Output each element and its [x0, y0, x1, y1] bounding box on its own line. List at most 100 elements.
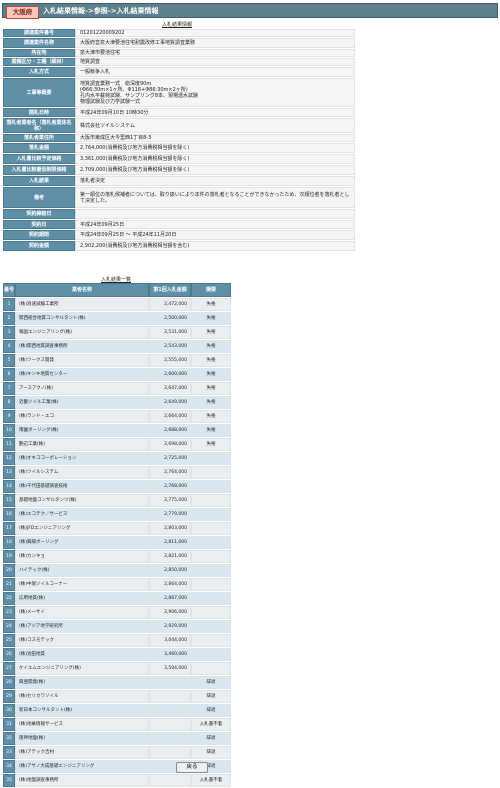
company-name: (株)キンキ地質センター: [15, 368, 149, 381]
row-number: 9: [3, 410, 15, 423]
info-value: [75, 209, 355, 219]
bid-amount: [149, 676, 191, 689]
row-number: 5: [3, 354, 15, 367]
bid-remark: 辞退: [191, 676, 231, 689]
bid-amount: 2,531,000: [149, 326, 191, 339]
company-name: (株)ツイルシステム: [15, 466, 149, 479]
table-row: 29 (株)セリカワソイル 辞退: [3, 690, 231, 703]
info-label: 契約金額: [3, 241, 75, 251]
table-row: 12 (株)オキココーポレーション 2,725,000: [3, 452, 231, 465]
bid-amount: 3,044,000: [149, 634, 191, 647]
company-name: ハイテック(株): [15, 564, 149, 577]
bid-amount: [149, 690, 191, 703]
bid-remark: 失格: [191, 340, 231, 353]
info-label: 入札書比較最低制限価格: [3, 165, 75, 175]
info-label: 所在地: [3, 49, 75, 57]
bid-amount: [149, 732, 191, 745]
bid-remark: [191, 620, 231, 633]
row-number: 33: [3, 746, 15, 759]
info-label: 調達案件名称: [3, 38, 75, 48]
row-number: 18: [3, 536, 15, 549]
row-number: 32: [3, 732, 15, 745]
bid-remark: [191, 452, 231, 465]
row-number: 26: [3, 648, 15, 661]
info-label: 開札日時: [3, 108, 75, 117]
bid-remark: 失格: [191, 326, 231, 339]
info-label: 備考: [3, 187, 75, 208]
bid-remark: [191, 662, 231, 675]
info-label: 工事等概要: [3, 78, 75, 107]
table-row: 17 (株)JFDエンジニアリング 2,803,000: [3, 522, 231, 535]
company-name: (株)ツークス開発: [15, 354, 149, 367]
bid-amount: [149, 718, 191, 731]
bid-results-table: 番号 業者名称 第1回入札金額 摘要 1 (株)浪速試験工業所 2,472,000 失…: [3, 282, 231, 788]
bid-remark: 失格: [191, 382, 231, 395]
table-row: 9 (株)ランド・エコ 2,664,000 失格: [3, 410, 231, 423]
table-row: 5 (株)ツークス開発 2,555,000 失格: [3, 354, 231, 367]
row-number: 28: [3, 676, 15, 689]
bid-remark: 辞退: [191, 704, 231, 717]
table-row: 21 (株)中堀ソイルコーナー 2,864,000: [3, 578, 231, 591]
company-name: (株)千代田基礎調査技術: [15, 480, 149, 493]
company-name: (株)関西地質調査事務所: [15, 340, 149, 353]
row-number: 14: [3, 480, 15, 493]
bid-amount: 2,779,000: [149, 508, 191, 521]
company-name: アースアクノ(株): [15, 382, 149, 395]
bid-remark: 辞退: [191, 690, 231, 703]
info-value: 地質調査業務一式 総深度90m (Φ66:30m×1ヶ所、Φ116+Φ86:30…: [75, 78, 355, 107]
info-label: 契約日: [3, 220, 75, 229]
info-value: 01201220009202: [75, 29, 355, 37]
info-row: 契約金額 2,902,200(消費税及び地方消費税相当額を含む): [3, 241, 355, 251]
company-name: (株)ランド・エコ: [15, 410, 149, 423]
info-label: 契約締結日: [3, 209, 75, 219]
bid-amount: 2,543,000: [149, 340, 191, 353]
info-row: 契約期間 平成24年09月25日 ～ 平成24年11月20日: [3, 230, 355, 240]
bid-amount: 3,460,000: [149, 648, 191, 661]
bid-remark: 入札書不着: [191, 718, 231, 731]
table-row: 13 (株)ツイルシステム 2,764,000: [3, 466, 231, 479]
bid-amount: 2,472,000: [149, 298, 191, 311]
info-label: 調達案件番号: [3, 29, 75, 37]
info-value: 平成24年09月25日: [75, 220, 355, 229]
bid-amount: 2,850,000: [149, 564, 191, 577]
info-label: 入札書比較予定価格: [3, 154, 75, 164]
bid-amount: 2,821,000: [149, 550, 191, 563]
table-row: 26 (株)池田地質 3,460,000: [3, 648, 231, 661]
info-label: 入札結果: [3, 176, 75, 186]
bid-amount: 2,555,000: [149, 354, 191, 367]
bid-remark: 失格: [191, 298, 231, 311]
company-name: (株)アジア地学研究所: [15, 620, 149, 633]
info-value: 大阪府営泉大津要池住宅耐震改修工事地質調査業務: [75, 38, 355, 48]
table-row: 35 (株)地盤調査事務所 入札書不着: [3, 774, 231, 787]
bid-amount: 2,664,000: [149, 410, 191, 423]
info-label: 契約期間: [3, 230, 75, 240]
bid-remark: [191, 634, 231, 647]
row-number: 31: [3, 718, 15, 731]
table-row: 10 南園ボーリング(株) 2,688,000 失格: [3, 424, 231, 437]
table-row: 32 阪神地盤(株) 辞退: [3, 732, 231, 745]
bid-amount: 3,594,000: [149, 662, 191, 675]
bid-remark: 失格: [191, 354, 231, 367]
row-number: 30: [3, 704, 15, 717]
company-name: (株)オキココーポレーション: [15, 452, 149, 465]
bid-info-table: 調達案件番号 01201220009202 調達案件名称 大阪府営泉大津要池住宅耐震改…: [3, 28, 355, 252]
osaka-logo: 大阪府: [6, 6, 39, 19]
bid-amount: 2,688,000: [149, 424, 191, 437]
company-name: 興亜開発(株): [15, 676, 149, 689]
info-value: 2,764,000(消費税及び地方消費税相当額を除く): [75, 143, 355, 153]
col-header-number: 番号: [3, 283, 15, 297]
company-name: (株)アサノ大成基礎エンジニアリング: [15, 760, 149, 773]
table-row: 8 近畿ソイル工業(株) 2,649,000 失格: [3, 396, 231, 409]
info-value: 平成24年09月10日 10時30分: [75, 108, 355, 117]
back-button[interactable]: 戻る: [176, 762, 208, 773]
info-label: 落札者業者名（落札者業体名称）: [3, 118, 75, 133]
info-row: 開札日時 平成24年09月10日 10時30分: [3, 108, 355, 117]
row-number: 27: [3, 662, 15, 675]
info-value: 一般競争入札: [75, 67, 355, 77]
row-number: 19: [3, 550, 15, 563]
table-row: 31 (株)地乗情報サービス 入札書不着: [3, 718, 231, 731]
row-number: 10: [3, 424, 15, 437]
row-number: 8: [3, 396, 15, 409]
results-header-row: 番号 業者名称 第1回入札金額 摘要: [3, 283, 231, 297]
info-row: 入札書比較予定価格 3,361,000(消費税及び地方消費税相当額を除く): [3, 154, 355, 164]
